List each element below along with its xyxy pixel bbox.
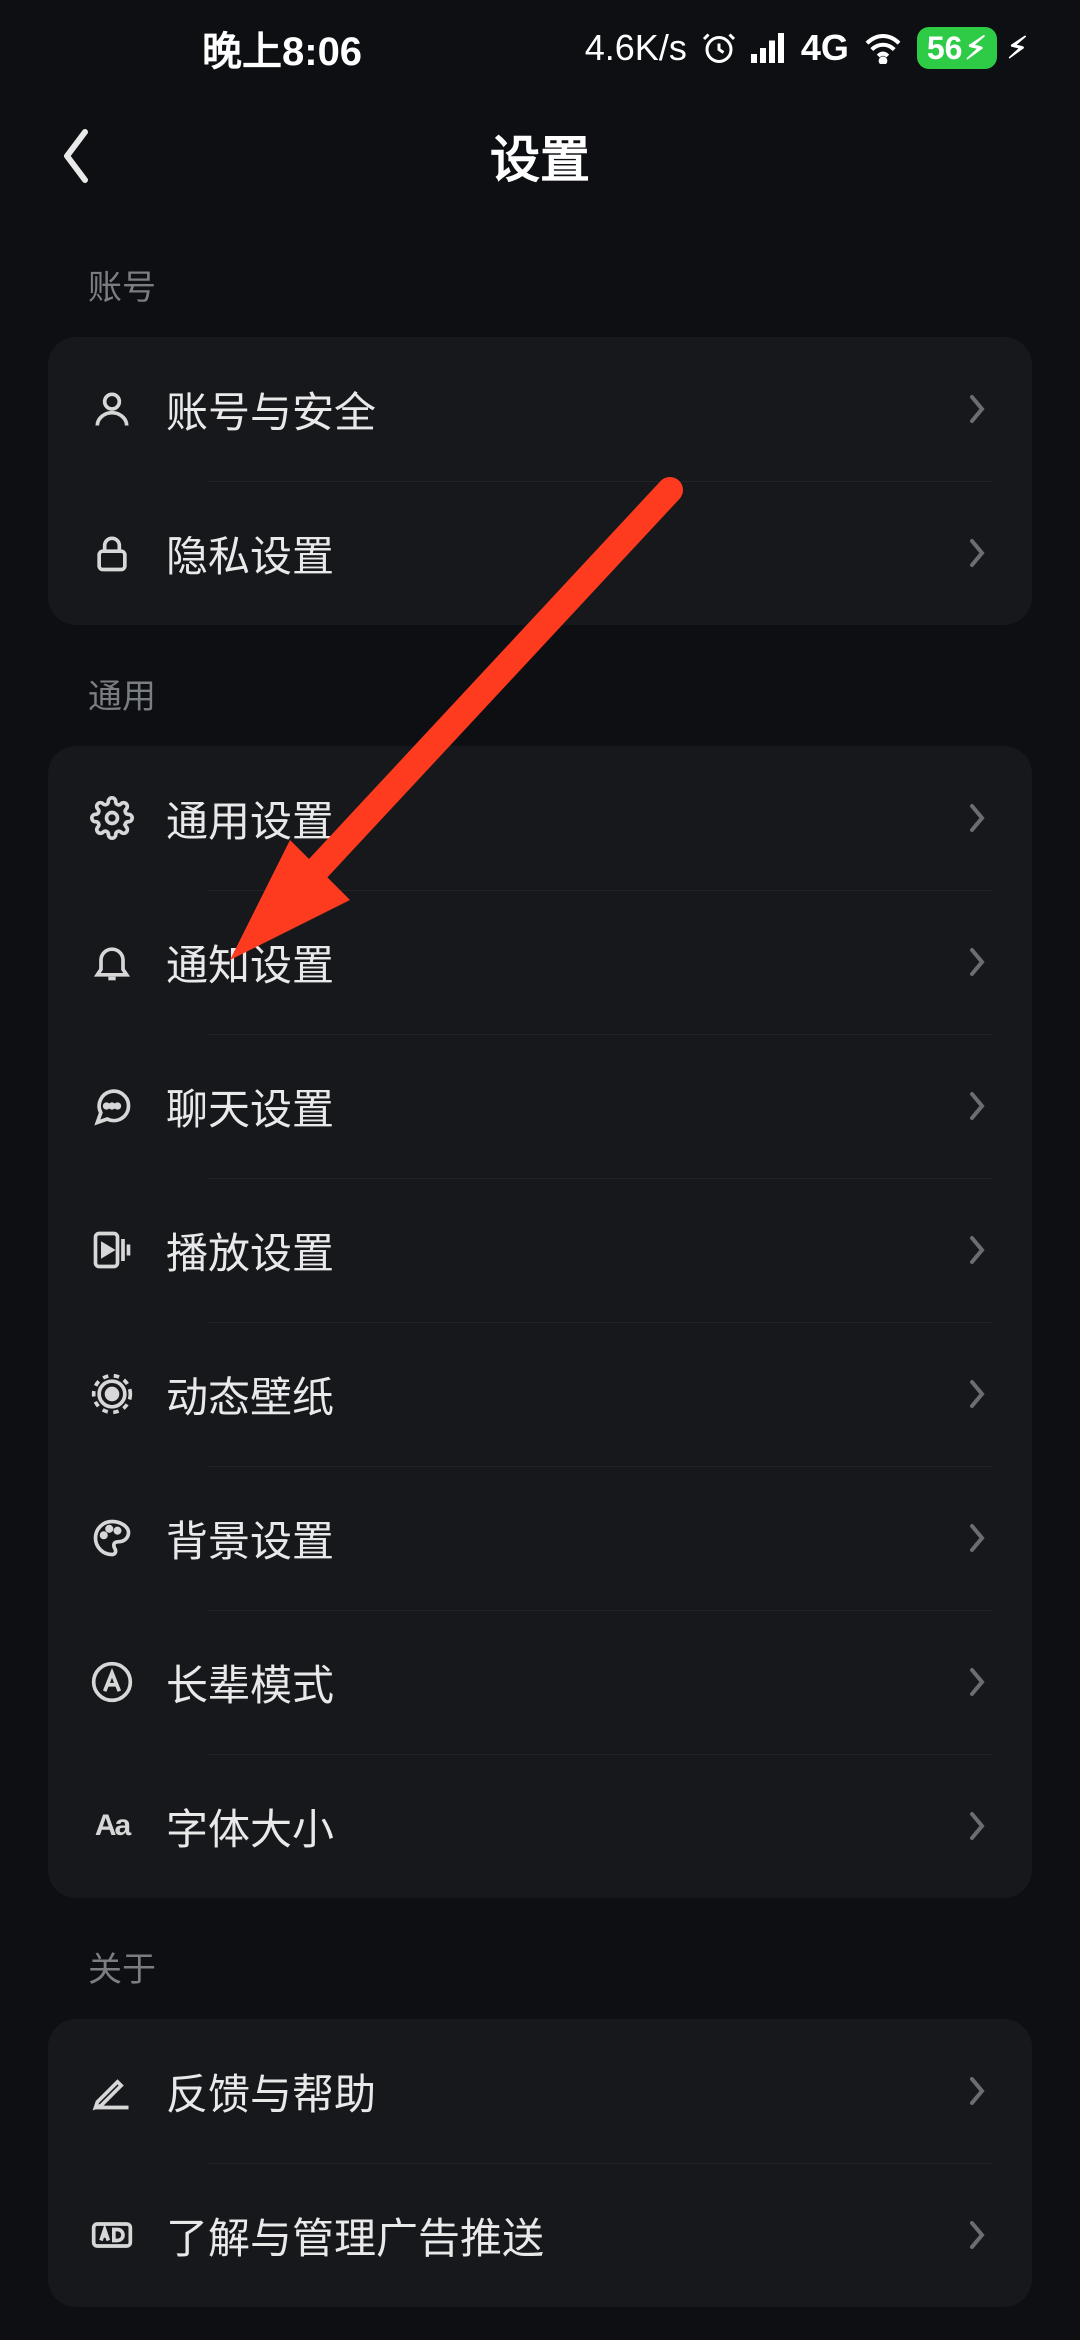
row-general-settings[interactable]: 通用设置 xyxy=(48,746,1032,890)
row-elder-mode[interactable]: 长辈模式 xyxy=(48,1610,1032,1754)
row-background-settings[interactable]: 背景设置 xyxy=(48,1466,1032,1610)
charging-icon: ⚡︎ xyxy=(1007,31,1028,66)
row-font-size[interactable]: Aa 字体大小 xyxy=(48,1754,1032,1898)
pencil-icon xyxy=(88,2067,136,2115)
row-label: 字体大小 xyxy=(166,1796,964,1857)
row-chat-settings[interactable]: 聊天设置 xyxy=(48,1034,1032,1178)
screen: { "status": { "time": "晚上8:06", "speed":… xyxy=(0,0,1080,2340)
group-account: 账号与安全 隐私设置 xyxy=(48,337,1032,625)
chevron-right-icon xyxy=(964,1524,992,1552)
status-time: 晚上8:06 xyxy=(202,19,362,77)
bell-icon xyxy=(88,938,136,986)
target-icon xyxy=(88,1370,136,1418)
a-circle-icon xyxy=(88,1658,136,1706)
row-label: 播放设置 xyxy=(166,1220,964,1281)
battery-level: 56 xyxy=(927,30,963,67)
row-label: 隐私设置 xyxy=(166,523,964,584)
chevron-right-icon xyxy=(964,2077,992,2105)
chevron-right-icon xyxy=(964,539,992,567)
row-label: 了解与管理广告推送 xyxy=(166,2205,964,2266)
status-bar: 晚上8:06 4.6K/s 4G 56⚡︎ ⚡︎ xyxy=(0,0,1080,96)
row-label: 动态壁纸 xyxy=(166,1364,964,1425)
row-feedback[interactable]: 反馈与帮助 xyxy=(48,2019,1032,2163)
aa-icon: Aa xyxy=(88,1802,136,1850)
group-general: 通用设置 通知设置 聊天设置 播放设置 xyxy=(48,746,1032,1898)
page-title: 设置 xyxy=(490,120,590,192)
chevron-right-icon xyxy=(964,395,992,423)
chevron-right-icon xyxy=(964,1092,992,1120)
chevron-right-icon xyxy=(964,1236,992,1264)
row-label: 通用设置 xyxy=(166,788,964,849)
row-label: 背景设置 xyxy=(166,1508,964,1569)
section-label-account: 账号 xyxy=(88,260,1032,309)
group-about: 反馈与帮助 了解与管理广告推送 xyxy=(48,2019,1032,2307)
signal-icon xyxy=(751,33,787,63)
alarm-icon xyxy=(701,30,737,66)
row-label: 账号与安全 xyxy=(166,379,964,440)
status-network-speed: 4.6K/s xyxy=(585,27,687,69)
gear-icon xyxy=(88,794,136,842)
lock-icon xyxy=(88,529,136,577)
palette-icon xyxy=(88,1514,136,1562)
chevron-right-icon xyxy=(964,948,992,976)
chat-icon xyxy=(88,1082,136,1130)
back-button[interactable] xyxy=(44,124,108,188)
section-label-general: 通用 xyxy=(88,669,1032,718)
status-time-area: 晚上8:06 xyxy=(52,19,362,77)
play-icon xyxy=(88,1226,136,1274)
app-header: 设置 xyxy=(0,96,1080,216)
network-type: 4G xyxy=(801,27,849,69)
row-privacy[interactable]: 隐私设置 xyxy=(48,481,1032,625)
chevron-right-icon xyxy=(964,1812,992,1840)
ad-icon xyxy=(88,2211,136,2259)
row-label: 反馈与帮助 xyxy=(166,2061,964,2122)
chevron-right-icon xyxy=(964,804,992,832)
chevron-right-icon xyxy=(964,1380,992,1408)
status-right: 4.6K/s 4G 56⚡︎ ⚡︎ xyxy=(585,27,1028,69)
row-label: 聊天设置 xyxy=(166,1076,964,1137)
chevron-right-icon xyxy=(964,2221,992,2249)
row-dynamic-wallpaper[interactable]: 动态壁纸 xyxy=(48,1322,1032,1466)
user-icon xyxy=(88,385,136,433)
row-ad-management[interactable]: 了解与管理广告推送 xyxy=(48,2163,1032,2307)
battery-indicator: 56⚡︎ ⚡︎ xyxy=(917,27,1028,69)
row-notification-settings[interactable]: 通知设置 xyxy=(48,890,1032,1034)
row-label: 长辈模式 xyxy=(166,1652,964,1713)
section-label-about: 关于 xyxy=(88,1942,1032,1991)
wifi-icon xyxy=(863,32,903,64)
chevron-right-icon xyxy=(964,1668,992,1696)
row-account-security[interactable]: 账号与安全 xyxy=(48,337,1032,481)
battery-charge-icon: ⚡︎ xyxy=(964,29,986,67)
row-label: 通知设置 xyxy=(166,932,964,993)
row-playback-settings[interactable]: 播放设置 xyxy=(48,1178,1032,1322)
settings-content: 账号 账号与安全 隐私设置 通用 xyxy=(0,260,1080,2307)
